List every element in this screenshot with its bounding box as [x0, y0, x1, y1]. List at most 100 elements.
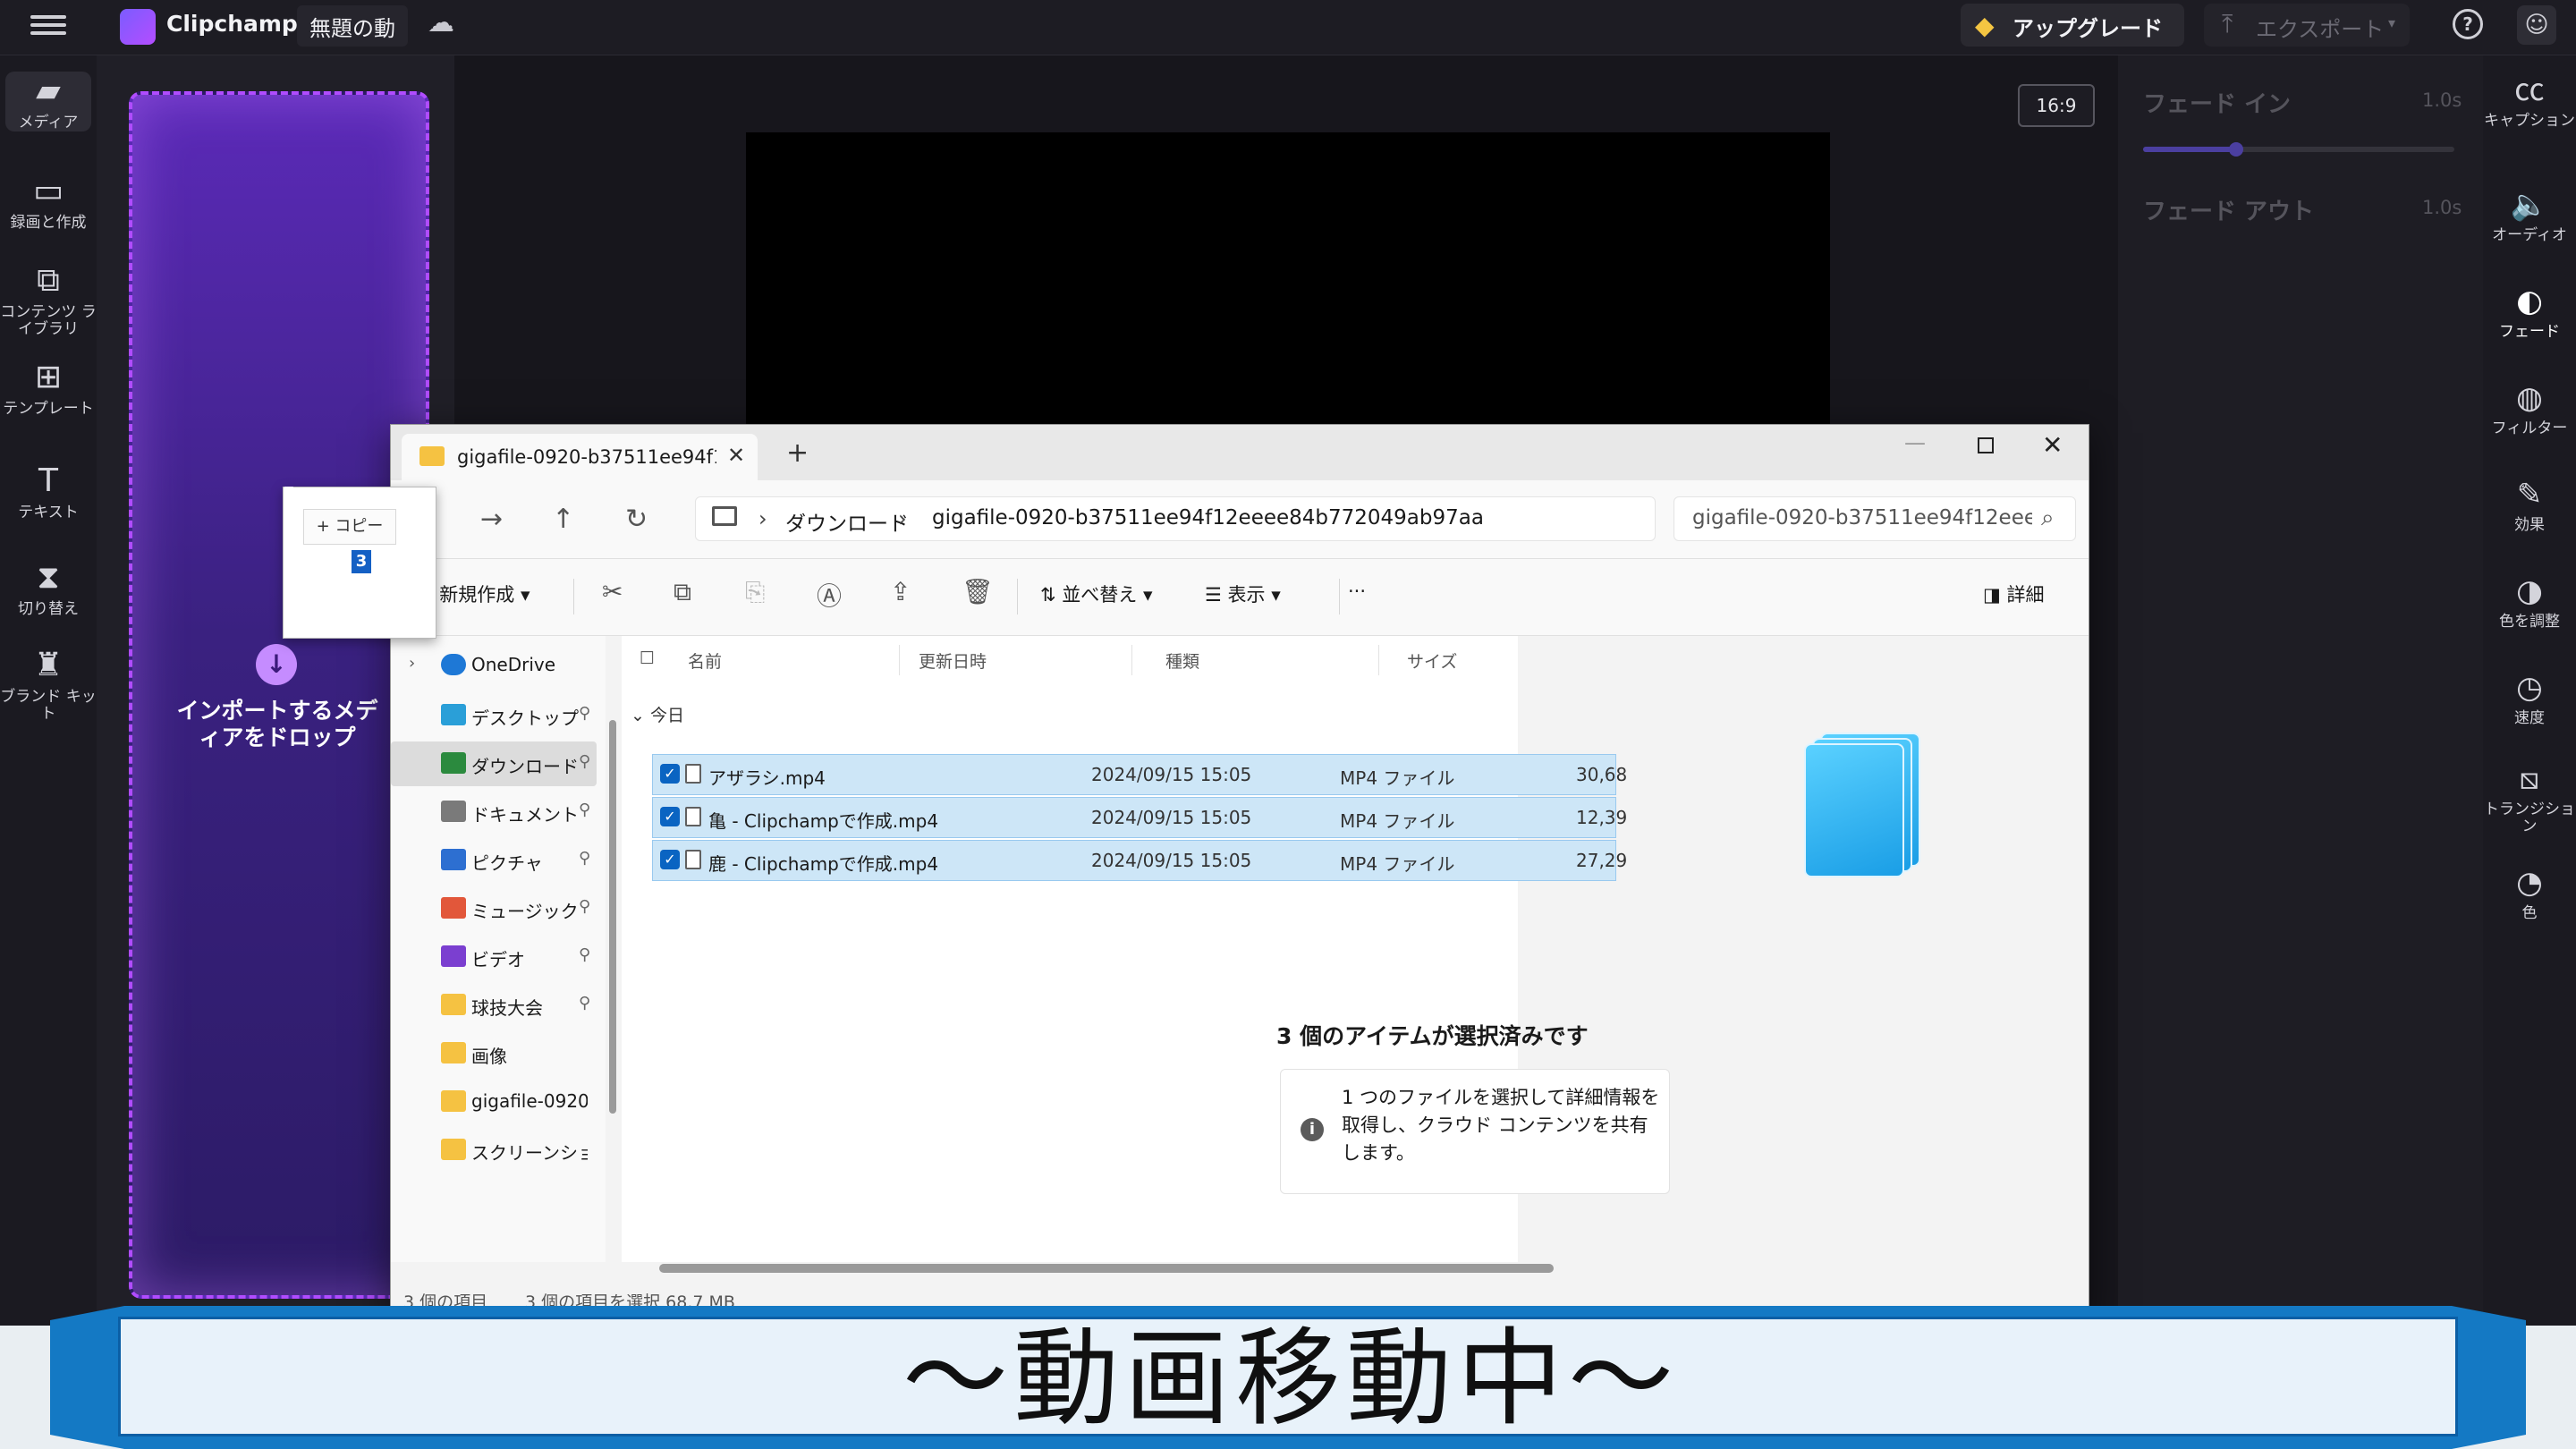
speaker-icon: 🔈	[2510, 187, 2549, 223]
share-icon[interactable]: ⇪	[890, 577, 911, 606]
group-header-today[interactable]: ⌄ 今日	[631, 702, 684, 726]
rail-transition[interactable]: ⧅ トランジション	[2483, 760, 2576, 835]
video-file-icon	[685, 764, 701, 784]
nav-item[interactable]: スクリーンショット	[391, 1128, 597, 1173]
aspect-ratio-button[interactable]: 16:9	[2018, 84, 2095, 127]
explorer-tab-bar: gigafile-0920-b37511ee94f12e ✕ + — ✕	[391, 425, 2089, 480]
checkbox-checked-icon[interactable]: ✓	[660, 850, 680, 869]
rail-color[interactable]: ◔ 色	[2483, 864, 2576, 922]
file-row[interactable]: ✓ 亀 - Clipchampで作成.mp4 2024/09/15 15:05 MP4…	[652, 797, 1627, 838]
rail-audio[interactable]: 🔈 オーディオ	[2483, 186, 2576, 244]
rail-adjust-colors[interactable]: ◑ 色を調整	[2483, 572, 2576, 631]
refresh-icon[interactable]: ↻	[625, 504, 648, 535]
paste-icon[interactable]: ⎘	[745, 577, 765, 607]
breadcrumb-folder[interactable]: gigafile-0920-b37511ee94f12eeee84b772049…	[932, 506, 1484, 530]
checkbox-checked-icon[interactable]: ✓	[660, 764, 680, 784]
minimize-button[interactable]: —	[1904, 430, 1926, 455]
rail-captions[interactable]: ㏄ キャプション	[2483, 72, 2576, 130]
expand-chevron-icon[interactable]: ›	[409, 654, 415, 673]
rail-content-library[interactable]: ⧉ コンテンツ ライブラリ	[0, 261, 97, 338]
view-button[interactable]: ☰ 表示 ▾	[1205, 580, 1281, 607]
delete-icon[interactable]: 🗑	[962, 577, 994, 606]
details-button[interactable]: ◨ 詳細	[1983, 580, 2045, 607]
column-size[interactable]: サイズ	[1407, 648, 1457, 673]
nav-item[interactable]: ビデオ ⚲	[391, 935, 597, 979]
top-bar: Clipchamp 無題の動 ☁ ◆ アップグレード ⤒ エクスポート ▾ ? …	[0, 0, 2576, 55]
clipchamp-logo-icon	[120, 9, 156, 45]
upgrade-label: アップグレード	[2012, 16, 2163, 41]
rail-record[interactable]: ▭ 録画と作成	[0, 172, 97, 232]
rail-effects[interactable]: ✎ 効果	[2483, 476, 2576, 534]
new-tab-icon[interactable]: +	[786, 437, 809, 469]
rail-speed[interactable]: ◷ 速度	[2483, 669, 2576, 727]
folder-icon	[441, 994, 466, 1015]
desktop-icon	[441, 704, 466, 725]
nav-item[interactable]: 球技大会 ⚲	[391, 983, 597, 1028]
nav-item[interactable]: OneDrive ›	[391, 643, 597, 688]
column-name[interactable]: 名前	[688, 648, 722, 673]
breadcrumb-downloads[interactable]: ダウンロード	[785, 506, 909, 537]
forward-arrow-icon[interactable]: →	[480, 504, 503, 535]
navigation-scrollbar[interactable]	[609, 720, 616, 1114]
rename-icon[interactable]: Ⓐ	[817, 577, 842, 613]
video-preview[interactable]	[746, 132, 1830, 436]
file-size: 27,29	[1576, 850, 1628, 871]
tab-title: gigafile-0920-b37511ee94f12e	[457, 446, 716, 468]
horizontal-scrollbar[interactable]	[659, 1264, 1554, 1273]
file-name: 亀 - Clipchampで作成.mp4	[708, 810, 939, 832]
search-icon: ⌕	[2041, 504, 2055, 531]
rail-brand-kit[interactable]: ♜ ブランド キット	[0, 646, 97, 723]
file-name: 鹿 - Clipchampで作成.mp4	[708, 853, 939, 875]
app-name: Clipchamp	[166, 11, 298, 37]
copy-icon[interactable]: ⧉	[674, 577, 691, 607]
multiple-files-icon	[1804, 733, 1920, 877]
nav-item[interactable]: ドキュメント ⚲	[391, 790, 597, 835]
address-bar[interactable]: › ダウンロード › gigafile-0920-b37511ee94f12ee…	[695, 496, 1656, 541]
nav-item[interactable]: ピクチャ ⚲	[391, 838, 597, 883]
new-label: 新規作成	[439, 584, 515, 606]
toolbar-divider	[1339, 579, 1340, 614]
close-window-button[interactable]: ✕	[2042, 430, 2063, 460]
file-row[interactable]: ✓ アザラシ.mp4 2024/09/15 15:05 MP4 ファイル 30,68	[652, 754, 1627, 795]
rail-transitions[interactable]: ⧗ 切り替え	[0, 558, 97, 618]
help-icon[interactable]: ?	[2453, 9, 2483, 39]
upload-icon: ⤒	[2222, 9, 2233, 38]
column-type[interactable]: 種類	[1165, 648, 1199, 673]
rail-filters[interactable]: ◍ フィルター	[2483, 379, 2576, 437]
this-pc-icon	[712, 506, 737, 526]
sort-button[interactable]: ⇅ 並べ替え ▾	[1040, 580, 1153, 607]
maximize-button[interactable]	[1978, 437, 1994, 453]
account-icon[interactable]: ☺	[2517, 5, 2556, 45]
checkbox-checked-icon[interactable]: ✓	[660, 807, 680, 826]
rail-media[interactable]: ▰ メディア	[5, 72, 91, 131]
library-icon: ⧉	[37, 262, 60, 299]
explorer-tab[interactable]: gigafile-0920-b37511ee94f12e ✕	[402, 434, 758, 480]
column-date[interactable]: 更新日時	[919, 648, 987, 673]
upgrade-button[interactable]: ◆ アップグレード	[1961, 4, 2184, 47]
nav-item[interactable]: 画像	[391, 1031, 597, 1076]
rail-templates[interactable]: ⊞ テンプレート	[0, 358, 97, 418]
file-row[interactable]: ✓ 鹿 - Clipchampで作成.mp4 2024/09/15 15:05 MP4…	[652, 840, 1627, 881]
nav-item[interactable]: デスクトップ ⚲	[391, 693, 597, 738]
menu-icon[interactable]	[30, 11, 66, 43]
select-all-checkbox[interactable]: ☐	[640, 648, 655, 668]
rail-text[interactable]: T テキスト	[0, 462, 97, 521]
close-tab-icon[interactable]: ✕	[727, 443, 745, 468]
up-arrow-icon[interactable]: ↑	[552, 504, 574, 535]
nav-item[interactable]: ダウンロード ⚲	[391, 741, 597, 786]
project-title[interactable]: 無題の動	[297, 5, 408, 47]
more-options-button[interactable]: ···	[1348, 580, 1366, 602]
nav-item[interactable]: gigafile-0920-b3	[391, 1080, 597, 1124]
drag-preview: + コピー 3	[283, 487, 436, 639]
folder-icon	[441, 1042, 466, 1063]
rail-fade[interactable]: ◐ フェード	[2483, 283, 2576, 341]
diamond-icon: ◆	[1975, 11, 1995, 40]
rail-label: コンテンツ ライブラリ	[0, 303, 97, 338]
cloud-sync-icon[interactable]: ☁	[428, 7, 463, 43]
nav-item[interactable]: ミュージック ⚲	[391, 886, 597, 931]
export-button[interactable]: ⤒ エクスポート ▾	[2204, 4, 2410, 47]
media-drop-zone[interactable]	[129, 91, 429, 1299]
search-box[interactable]: gigafile-0920-b37511ee94f12eee ⌕	[1674, 496, 2076, 541]
fade-in-slider[interactable]	[2143, 142, 2454, 157]
cut-icon[interactable]: ✂	[602, 577, 623, 606]
